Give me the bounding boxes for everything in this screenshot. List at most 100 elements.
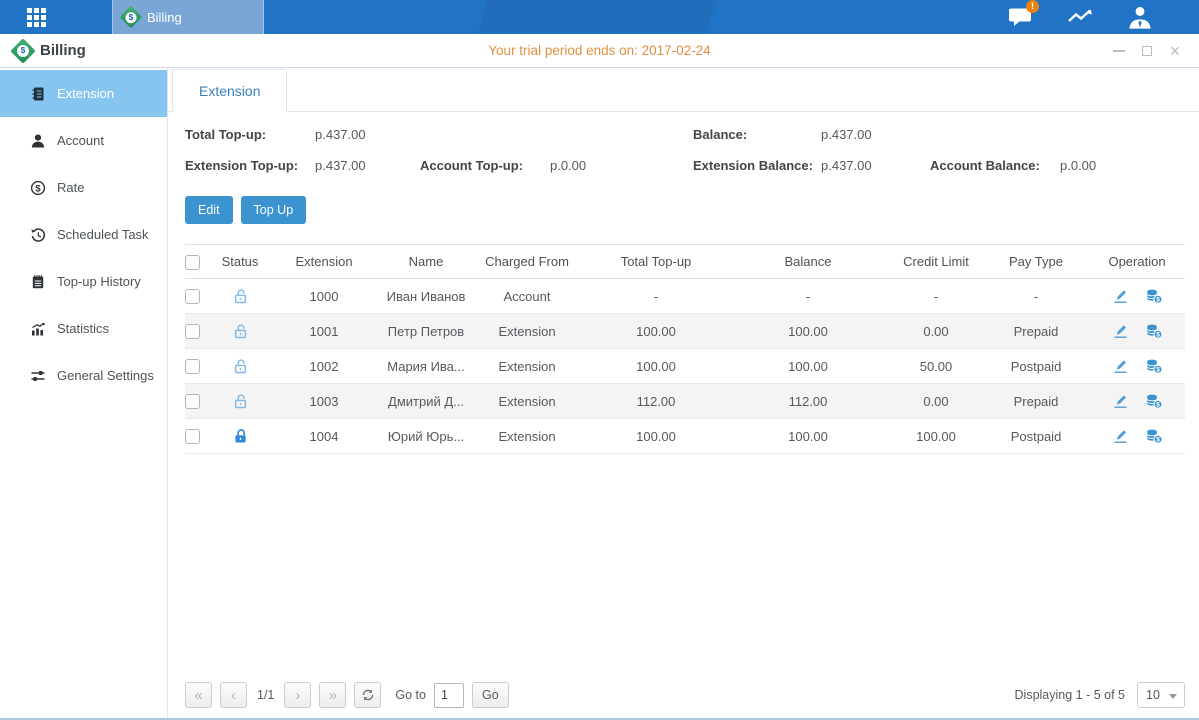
cell-balance: 112.00	[727, 384, 889, 419]
top-up-row-button[interactable]: $	[1145, 358, 1163, 374]
row-checkbox[interactable]	[185, 429, 200, 444]
coins-topup-icon: $	[1145, 323, 1163, 339]
table-row[interactable]: 1002 Мария Ива... Extension 100.00 100.0…	[185, 349, 1185, 384]
next-page-button[interactable]: ›	[284, 682, 311, 708]
cell-pay-type: Postpaid	[983, 349, 1089, 384]
pencil-icon	[1112, 323, 1129, 339]
billing-app-window: $ Billing !	[0, 0, 1199, 720]
page-size-value: 10	[1146, 688, 1160, 702]
svg-text:$: $	[1156, 437, 1160, 444]
edit-row-button[interactable]	[1112, 428, 1129, 444]
row-checkbox[interactable]	[185, 394, 200, 409]
account-button[interactable]	[1127, 4, 1153, 30]
top-up-row-button[interactable]: $	[1145, 288, 1163, 304]
locked-icon	[232, 428, 249, 445]
sidebar-item-account[interactable]: Account	[0, 117, 167, 164]
stats-icon	[30, 321, 46, 337]
cell-name: Мария Ива...	[383, 349, 469, 384]
cell-total-topup: 100.00	[585, 314, 727, 349]
refresh-icon	[361, 688, 375, 702]
sidebar-item-scheduled-task[interactable]: Scheduled Task	[0, 211, 167, 258]
cell-credit-limit: 50.00	[889, 349, 983, 384]
table-row[interactable]: 1001 Петр Петров Extension 100.00 100.00…	[185, 314, 1185, 349]
edit-row-button[interactable]	[1112, 288, 1129, 304]
refresh-button[interactable]	[354, 682, 381, 708]
goto-page-input[interactable]	[434, 683, 464, 708]
edit-button[interactable]: Edit	[185, 196, 233, 224]
cell-extension: 1002	[265, 349, 383, 384]
taskbar-item-billing[interactable]: $ Billing	[112, 0, 264, 34]
coins-topup-icon: $	[1145, 288, 1163, 304]
pencil-icon	[1112, 288, 1129, 304]
page-size-select[interactable]: 10	[1137, 682, 1185, 708]
close-button[interactable]: ×	[1167, 43, 1183, 59]
table-body: 1000 Иван Иванов Account - - - -	[185, 279, 1185, 454]
unlocked-icon	[232, 358, 249, 375]
sidebar-item-extension[interactable]: Extension	[0, 70, 167, 117]
minimize-button[interactable]	[1111, 43, 1127, 59]
extensions-table: Status Extension Name Charged From Total…	[185, 244, 1185, 454]
app-launcher-button[interactable]	[0, 0, 72, 34]
cell-charged-from: Extension	[469, 314, 585, 349]
desktop-topbar: $ Billing !	[0, 0, 1199, 34]
col-pay-type: Pay Type	[983, 245, 1089, 279]
extension-topup-value: р.437.00	[315, 158, 366, 173]
col-charged-from: Charged From	[469, 245, 585, 279]
table-row[interactable]: 1003 Дмитрий Д... Extension 112.00 112.0…	[185, 384, 1185, 419]
cell-name: Петр Петров	[383, 314, 469, 349]
sidebar-item-statistics[interactable]: Statistics	[0, 305, 167, 352]
cell-extension: 1001	[265, 314, 383, 349]
cell-balance: 100.00	[727, 349, 889, 384]
table-row[interactable]: 1004 Юрий Юрь... Extension 100.00 100.00…	[185, 419, 1185, 454]
pagination-bar: « ‹ 1/1 › » Go to Go Displaying	[168, 676, 1199, 718]
cell-extension: 1000	[265, 279, 383, 314]
tab-extension[interactable]: Extension	[172, 69, 287, 112]
balance-label: Balance:	[693, 127, 747, 142]
coin-icon: $	[30, 180, 46, 196]
total-topup-label: Total Top-up:	[185, 127, 266, 142]
unlocked-icon	[232, 393, 249, 410]
table-row[interactable]: 1000 Иван Иванов Account - - - -	[185, 279, 1185, 314]
sidebar-item-topup-history[interactable]: Top-up History	[0, 258, 167, 305]
prev-page-button[interactable]: ‹	[220, 682, 247, 708]
line-chart-icon	[1067, 6, 1093, 28]
notification-badge: !	[1026, 0, 1039, 13]
svg-text:$: $	[1156, 297, 1160, 304]
col-total-topup: Total Top-up	[585, 245, 727, 279]
top-up-button[interactable]: Top Up	[241, 196, 307, 224]
cell-credit-limit: 100.00	[889, 419, 983, 454]
cell-total-topup: 100.00	[585, 419, 727, 454]
go-button[interactable]: Go	[472, 682, 509, 708]
cell-total-topup: -	[585, 279, 727, 314]
select-all-checkbox[interactable]	[185, 255, 200, 270]
cell-name: Иван Иванов	[383, 279, 469, 314]
person-icon	[30, 133, 46, 149]
first-page-button[interactable]: «	[185, 682, 212, 708]
action-buttons: Edit Top Up	[168, 186, 1199, 224]
row-checkbox[interactable]	[185, 359, 200, 374]
maximize-button[interactable]	[1139, 43, 1155, 59]
edit-row-button[interactable]	[1112, 323, 1129, 339]
ledger-icon	[30, 86, 46, 102]
top-up-row-button[interactable]: $	[1145, 428, 1163, 444]
col-balance: Balance	[727, 245, 889, 279]
extension-balance-value: р.437.00	[821, 158, 872, 173]
edit-row-button[interactable]	[1112, 393, 1129, 409]
sidebar-item-rate[interactable]: $ Rate	[0, 164, 167, 211]
row-checkbox[interactable]	[185, 289, 200, 304]
top-up-row-button[interactable]: $	[1145, 323, 1163, 339]
messages-button[interactable]: !	[1007, 4, 1033, 30]
edit-row-button[interactable]	[1112, 358, 1129, 374]
row-checkbox[interactable]	[185, 324, 200, 339]
sidebar-item-label: General Settings	[57, 368, 154, 383]
top-up-row-button[interactable]: $	[1145, 393, 1163, 409]
last-page-button[interactable]: »	[319, 682, 346, 708]
sidebar-item-general-settings[interactable]: General Settings	[0, 352, 167, 399]
reports-button[interactable]	[1067, 4, 1093, 30]
cell-extension: 1004	[265, 419, 383, 454]
sidebar-item-label: Top-up History	[57, 274, 141, 289]
trial-notice: Your trial period ends on: 2017-02-24	[0, 43, 1199, 58]
sidebar-item-label: Rate	[57, 180, 84, 195]
dropdown-arrow-icon	[1169, 694, 1177, 699]
extension-balance-label: Account Balance:	[930, 158, 1040, 173]
